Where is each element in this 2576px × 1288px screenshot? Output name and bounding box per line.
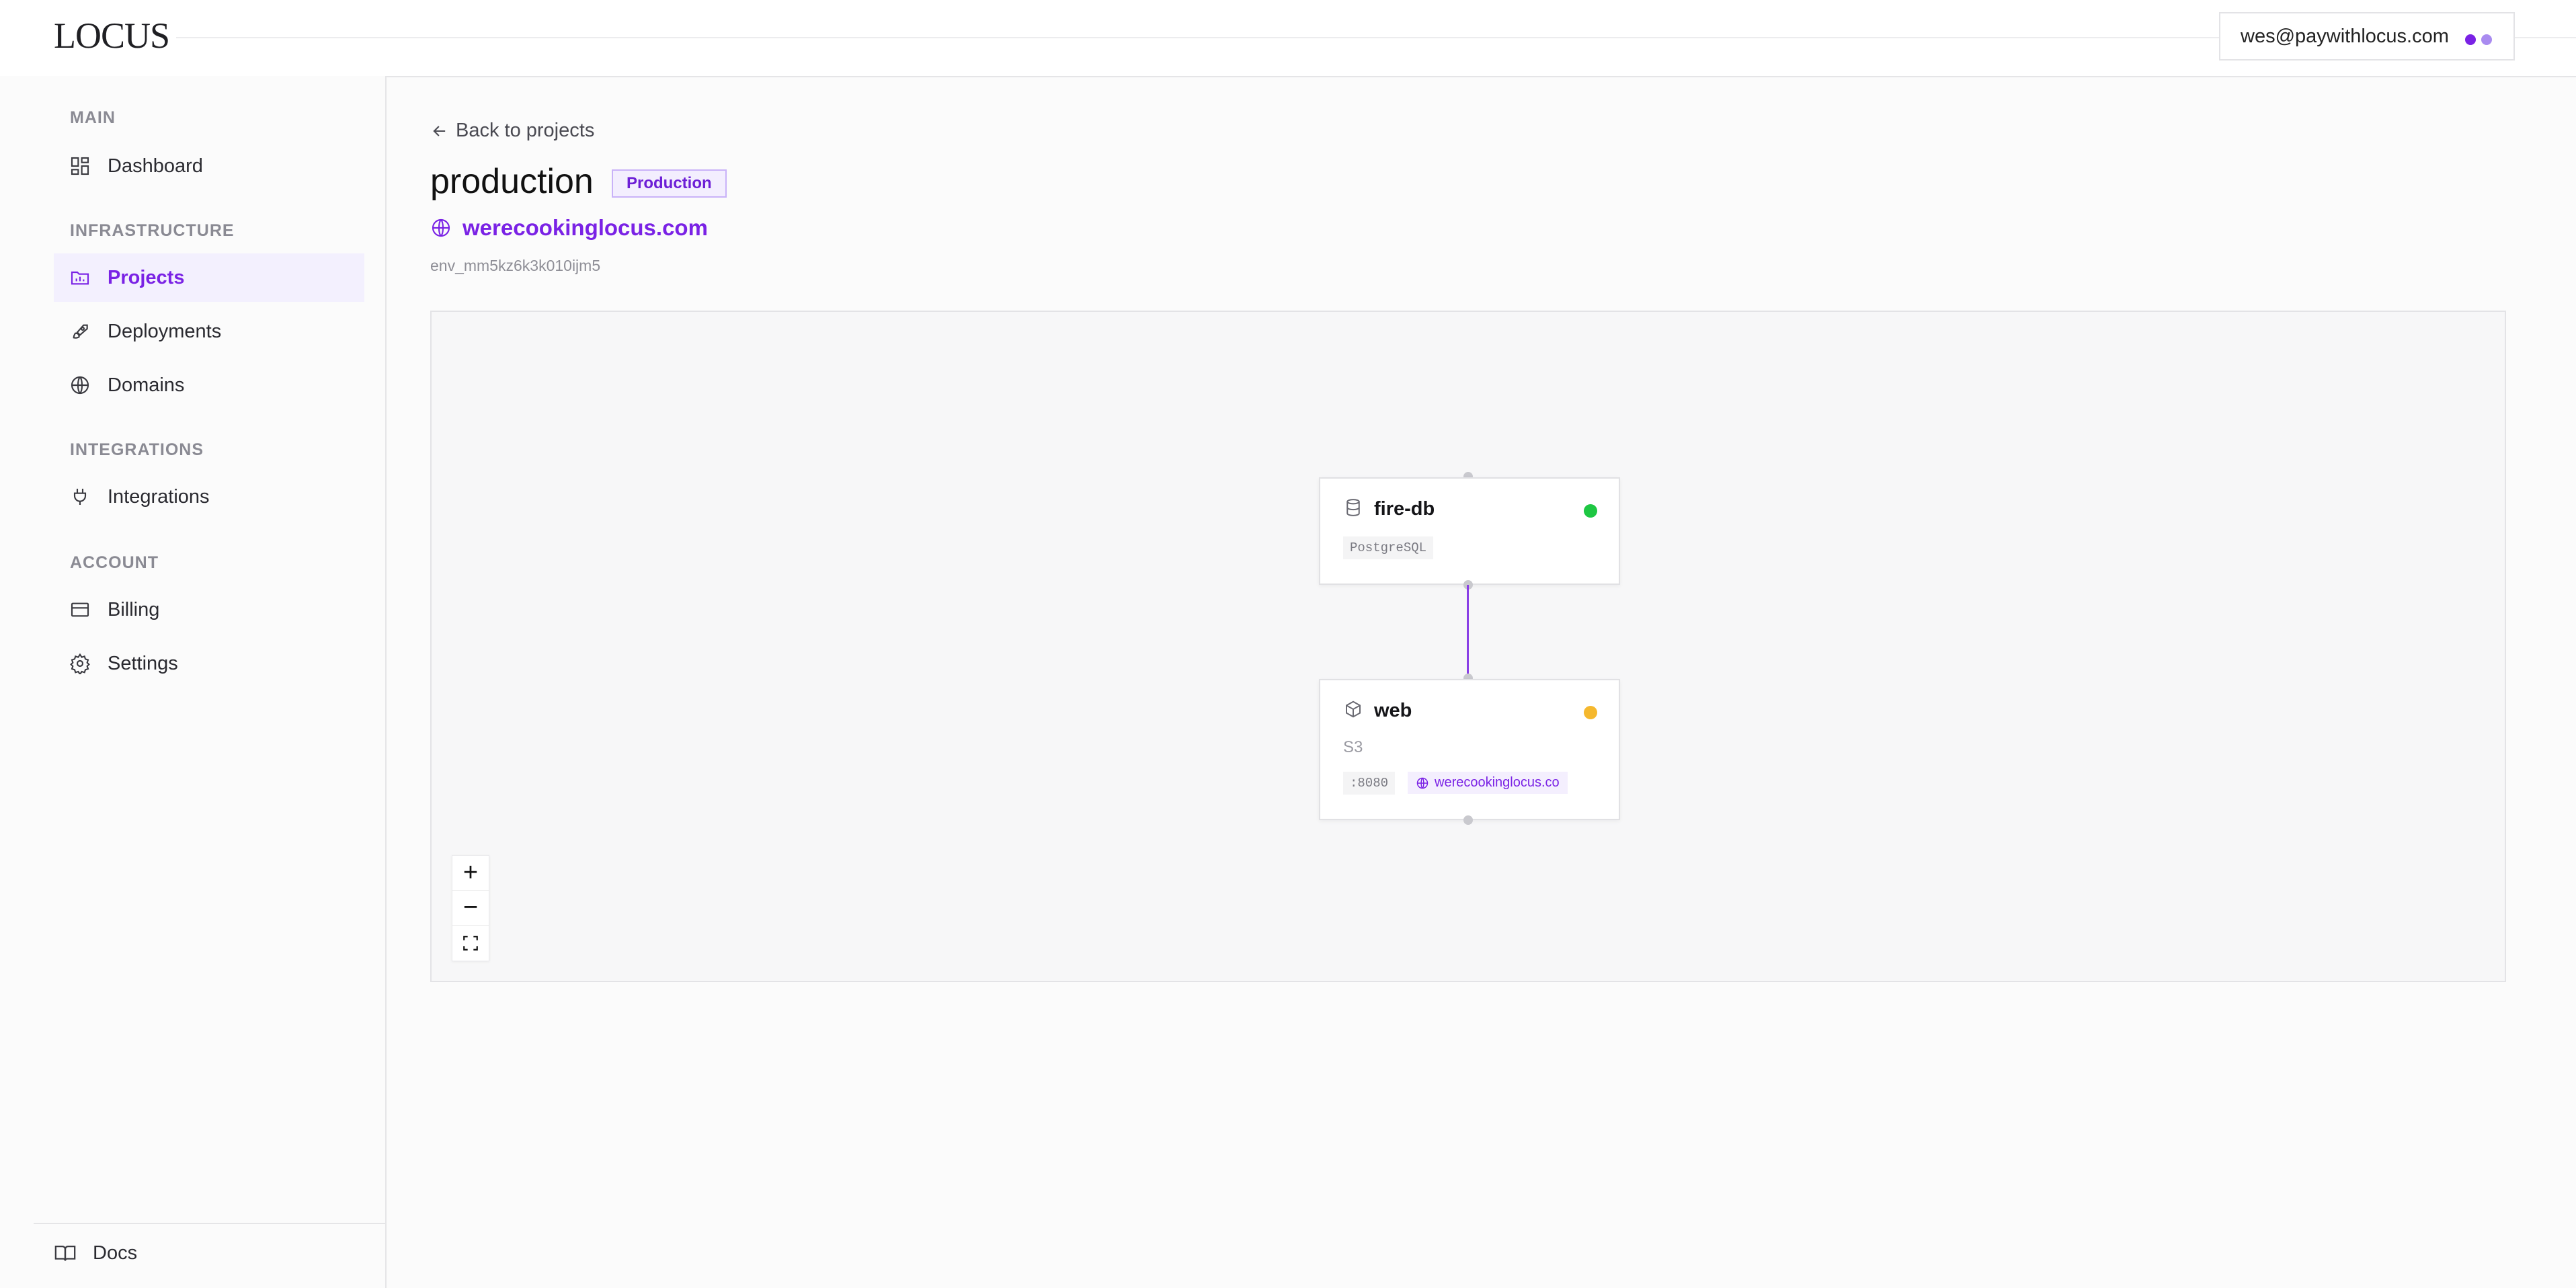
service-graph-canvas[interactable]: fire-db PostgreSQL web S3 :8080 werecook… — [430, 311, 2506, 982]
status-dot-primary — [2465, 34, 2476, 45]
user-status-dots — [2465, 34, 2492, 45]
folder-icon — [69, 266, 91, 289]
domain-link-label: werecookinglocus.com — [462, 215, 708, 240]
rocket-icon — [69, 320, 91, 343]
top-bar: LOCUS wes@paywithlocus.com — [0, 0, 2576, 77]
zoom-in-button[interactable]: + — [452, 856, 489, 891]
header-divider — [148, 37, 2576, 38]
locus-logo[interactable]: LOCUS — [54, 15, 177, 56]
section-label-infrastructure: INFRASTRUCTURE — [70, 221, 235, 240]
back-link-label: Back to projects — [456, 120, 595, 141]
status-dot-running — [1584, 504, 1597, 518]
sidebar: MAIN Dashboard INFRASTRUCTURE Projects D… — [34, 76, 387, 1288]
service-domain-label: werecookinglocus.co — [1435, 775, 1560, 790]
sidebar-item-label: Settings — [108, 652, 178, 674]
sidebar-item-label: Deployments — [108, 320, 222, 342]
service-domain-chip[interactable]: werecookinglocus.co — [1408, 772, 1568, 794]
section-label-account: ACCOUNT — [70, 553, 159, 572]
sidebar-item-deployments[interactable]: Deployments — [54, 307, 364, 356]
sidebar-item-settings[interactable]: Settings — [54, 639, 364, 688]
back-to-projects-link[interactable]: Back to projects — [430, 120, 594, 142]
node-web[interactable]: web S3 :8080 werecookinglocus.co — [1319, 679, 1620, 820]
credit-card-icon — [69, 598, 91, 621]
plug-icon — [69, 485, 91, 508]
sidebar-item-label: Billing — [108, 598, 160, 620]
node-header: web — [1343, 699, 1412, 723]
database-icon — [1343, 497, 1363, 521]
sidebar-item-docs[interactable]: Docs — [54, 1242, 137, 1264]
sidebar-item-billing[interactable]: Billing — [54, 586, 364, 634]
status-dot-secondary — [2481, 34, 2492, 45]
sidebar-item-dashboard[interactable]: Dashboard — [54, 142, 364, 190]
user-email: wes@paywithlocus.com — [2241, 25, 2449, 47]
page-title: production — [430, 162, 594, 201]
sidebar-item-label: Domains — [108, 374, 185, 396]
sidebar-item-domains[interactable]: Domains — [54, 361, 364, 409]
arrow-left-icon — [433, 125, 446, 136]
sidebar-item-projects[interactable]: Projects — [54, 253, 364, 302]
domain-link[interactable]: werecookinglocus.com — [430, 215, 708, 241]
node-header: fire-db — [1343, 497, 1435, 521]
zoom-controls: + − — [452, 855, 489, 961]
node-handle-bottom[interactable] — [1463, 815, 1473, 825]
sidebar-item-label: Projects — [108, 266, 185, 288]
node-name: web — [1374, 700, 1412, 721]
user-menu-button[interactable]: wes@paywithlocus.com — [2219, 12, 2515, 61]
globe-icon — [69, 374, 91, 397]
book-icon — [54, 1242, 77, 1264]
globe-icon — [1416, 777, 1428, 789]
service-source: S3 — [1343, 738, 1363, 756]
section-label-integrations: INTEGRATIONS — [70, 440, 204, 459]
service-type-tag: PostgreSQL — [1343, 536, 1434, 559]
gear-icon — [69, 652, 91, 675]
fit-view-button[interactable] — [452, 926, 489, 961]
section-label-main: MAIN — [70, 108, 116, 127]
cube-icon — [1343, 699, 1363, 723]
sidebar-item-label: Dashboard — [108, 155, 203, 177]
sidebar-item-integrations[interactable]: Integrations — [54, 473, 364, 521]
connection-edge — [1467, 585, 1469, 674]
dashboard-icon — [69, 155, 91, 177]
environment-id: env_mm5kz6k3k010ijm5 — [430, 257, 601, 274]
node-fire-db[interactable]: fire-db PostgreSQL — [1319, 477, 1620, 585]
docs-label: Docs — [93, 1242, 138, 1264]
left-edge-strip — [0, 76, 35, 1288]
zoom-out-button[interactable]: − — [452, 891, 489, 926]
globe-icon — [432, 218, 450, 237]
port-tag: :8080 — [1343, 772, 1396, 795]
status-dot-building — [1584, 706, 1597, 719]
environment-badge: Production — [612, 169, 727, 198]
node-name: fire-db — [1374, 498, 1435, 520]
sidebar-item-label: Integrations — [108, 485, 210, 508]
sidebar-footer: Docs — [34, 1223, 385, 1288]
fit-view-icon — [463, 936, 478, 951]
